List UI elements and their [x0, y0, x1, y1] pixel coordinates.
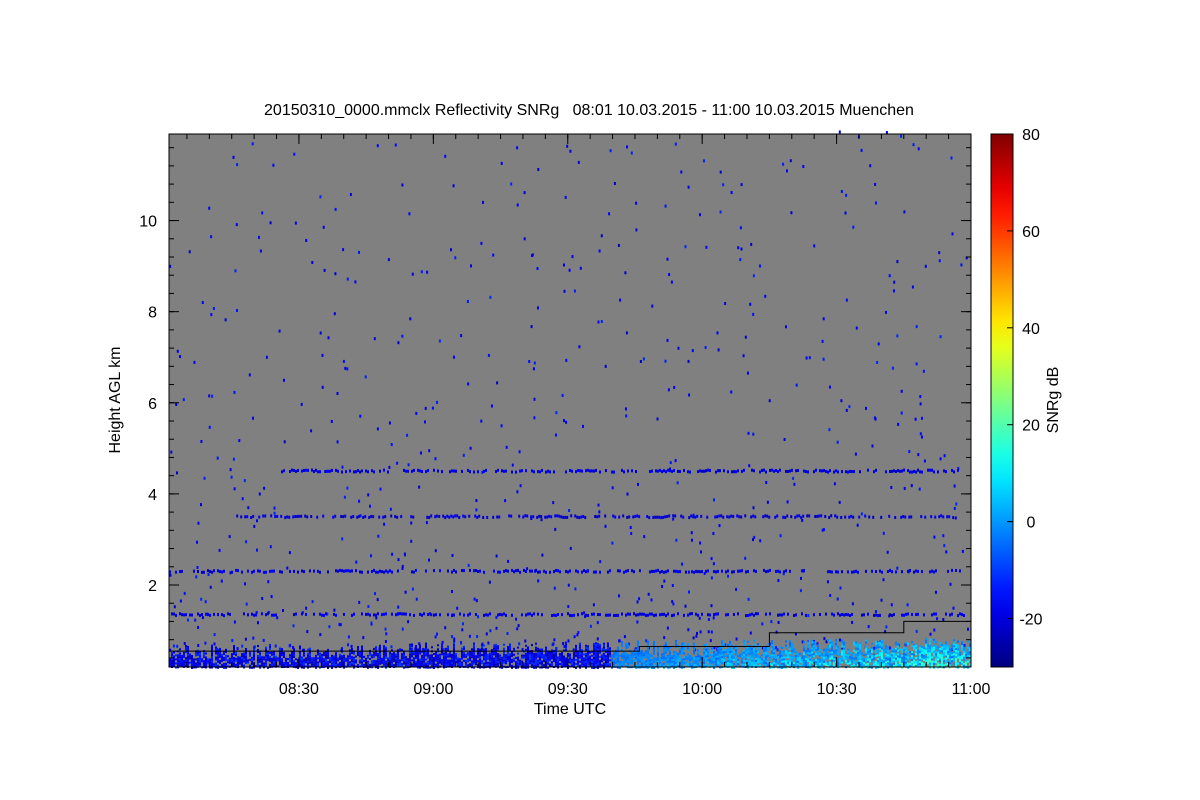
y-tick-label: 6 — [148, 396, 157, 413]
colorbar-tick-label: 80 — [1022, 127, 1040, 144]
plot-background — [169, 134, 971, 667]
x-tick-label: 09:00 — [413, 681, 453, 698]
colorbar-tick-label: 0 — [1027, 515, 1036, 532]
colorbar-tick-label: -20 — [1019, 612, 1042, 629]
y-tick-label: 4 — [148, 487, 157, 504]
colorbar-tick-label: 60 — [1022, 224, 1040, 241]
chart-title: 20150310_0000.mmclx Reflectivity SNRg 08… — [264, 102, 914, 119]
colorbar-tick-label: 40 — [1022, 321, 1040, 338]
y-axis-label: Height AGL km — [107, 346, 124, 453]
x-tick-label: 10:00 — [682, 681, 722, 698]
colorbar — [990, 133, 1014, 668]
y-tick-label: 10 — [139, 214, 157, 231]
colorbar-label: SNRg dB — [1045, 367, 1062, 434]
x-tick-label: 11:00 — [952, 681, 991, 698]
x-tick-label: 09:30 — [548, 681, 588, 698]
radar-chart: 20150310_0000.mmclx Reflectivity SNRg 08… — [107, 102, 1062, 718]
x-tick-label: 10:30 — [817, 681, 857, 698]
x-axis-label: Time UTC — [534, 701, 606, 718]
x-tick-label: 08:30 — [279, 681, 319, 698]
y-tick-label: 8 — [148, 305, 157, 322]
y-tick-label: 2 — [148, 578, 157, 595]
colorbar-tick-label: 20 — [1022, 418, 1040, 435]
